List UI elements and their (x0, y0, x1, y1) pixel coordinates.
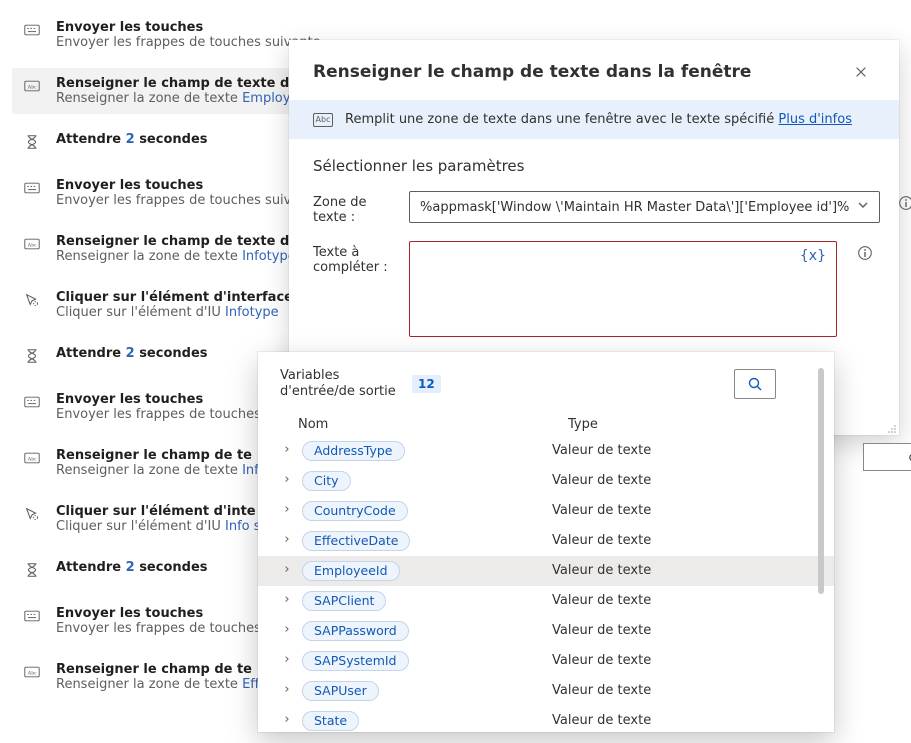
chevron-right-icon: › (280, 682, 294, 697)
cancel-button[interactable]: cel (863, 443, 911, 471)
chevron-right-icon: › (280, 562, 294, 577)
variable-row[interactable]: › EffectiveDate Valeur de texte (258, 526, 834, 556)
variable-chip: EmployeeId (302, 561, 400, 581)
chevron-right-icon: › (280, 592, 294, 607)
cursor-icon (22, 504, 42, 524)
keyboard-icon (22, 392, 42, 412)
more-info-link[interactable]: Plus d'infos (778, 112, 852, 127)
variable-type: Valeur de texte (552, 503, 812, 518)
abc-icon: Abc (313, 113, 333, 127)
param-text-label: Texte à compléter : (313, 241, 391, 275)
variable-chip: SAPPassword (302, 621, 409, 641)
cursor-icon (22, 290, 42, 310)
abc-icon: Abc (22, 76, 42, 96)
svg-text:Abc: Abc (27, 456, 37, 462)
info-icon[interactable] (898, 191, 911, 211)
flow-step-title: Envoyer les touches (56, 20, 482, 35)
variable-chip: EffectiveDate (302, 531, 410, 551)
variable-row[interactable]: › CountryCode Valeur de texte (258, 496, 834, 526)
variables-list: › AddressType Valeur de texte › City Valeur d… (258, 436, 834, 736)
chevron-down-icon (857, 199, 869, 215)
abc-icon: Abc (22, 662, 42, 682)
chevron-right-icon: › (280, 472, 294, 487)
info-text: Remplit une zone de texte dans une fenêt… (345, 112, 852, 127)
chevron-right-icon: › (280, 712, 294, 727)
variable-chip: CountryCode (302, 501, 408, 521)
search-icon (747, 376, 763, 392)
variable-row[interactable]: › SAPUser Valeur de texte (258, 676, 834, 706)
variable-type: Valeur de texte (552, 713, 812, 728)
svg-text:Abc: Abc (27, 670, 37, 676)
abc-icon: Abc (22, 448, 42, 468)
info-icon[interactable] (855, 241, 875, 261)
textbox-selector-value: %appmask['Window \'Maintain HR Master Da… (420, 200, 849, 215)
variable-row[interactable]: › EmployeeId Valeur de texte (258, 556, 834, 586)
chevron-right-icon: › (280, 622, 294, 637)
variable-row[interactable]: › SAPClient Valeur de texte (258, 586, 834, 616)
variables-heading: Variables d'entrée/de sortie (280, 368, 400, 401)
search-button[interactable] (734, 369, 776, 399)
variables-popover: Variables d'entrée/de sortie 12 Nom Type… (258, 352, 834, 732)
variable-type: Valeur de texte (552, 623, 812, 638)
col-name: Nom (298, 417, 568, 432)
variable-chip: SAPSystemId (302, 651, 409, 671)
variable-chip: AddressType (302, 441, 405, 461)
text-to-fill-input[interactable]: {x} (409, 241, 837, 337)
chevron-right-icon: › (280, 532, 294, 547)
variable-chip: City (302, 471, 351, 491)
variable-type: Valeur de texte (552, 473, 812, 488)
variable-chip: SAPUser (302, 681, 379, 701)
keyboard-icon (22, 178, 42, 198)
scrollbar[interactable] (818, 368, 824, 594)
keyboard-icon (22, 20, 42, 40)
insert-variable-button[interactable]: {x} (800, 248, 826, 264)
variable-chip: State (302, 711, 359, 731)
variable-type: Valeur de texte (552, 563, 812, 578)
variable-type: Valeur de texte (552, 593, 812, 608)
variable-row[interactable]: › SAPPassword Valeur de texte (258, 616, 834, 646)
param-textbox-row: Zone de texte : %appmask['Window \'Maint… (289, 183, 899, 233)
chevron-right-icon: › (280, 652, 294, 667)
col-type: Type (568, 417, 812, 432)
variable-row[interactable]: › SAPSystemId Valeur de texte (258, 646, 834, 676)
keyboard-icon (22, 606, 42, 626)
variable-type: Valeur de texte (552, 683, 812, 698)
svg-text:Abc: Abc (27, 242, 37, 248)
variable-type: Valeur de texte (552, 653, 812, 668)
close-button[interactable] (847, 58, 875, 86)
section-heading: Sélectionner les paramètres (289, 139, 899, 183)
abc-icon: Abc (22, 234, 42, 254)
variable-row[interactable]: › City Valeur de texte (258, 466, 834, 496)
svg-text:Abc: Abc (27, 84, 37, 90)
resize-grip-icon[interactable] (887, 423, 897, 433)
variable-row[interactable]: › AddressType Valeur de texte (258, 436, 834, 466)
panel-title: Renseigner le champ de texte dans la fen… (313, 62, 847, 82)
hourglass-icon (22, 560, 42, 580)
variables-columns: Nom Type (258, 411, 834, 436)
variable-chip: SAPClient (302, 591, 386, 611)
chevron-right-icon: › (280, 442, 294, 457)
info-bar: Abc Remplit une zone de texte dans une f… (289, 100, 899, 139)
param-text-row: Texte à compléter : {x} (289, 233, 899, 345)
close-icon (854, 65, 868, 79)
hourglass-icon (22, 346, 42, 366)
variable-type: Valeur de texte (552, 533, 812, 548)
chevron-right-icon: › (280, 502, 294, 517)
variable-type: Valeur de texte (552, 443, 812, 458)
param-textbox-label: Zone de texte : (313, 191, 391, 225)
variable-row[interactable]: › State Valeur de texte (258, 706, 834, 736)
variables-count-badge: 12 (412, 375, 441, 393)
textbox-selector[interactable]: %appmask['Window \'Maintain HR Master Da… (409, 191, 880, 223)
hourglass-icon (22, 132, 42, 152)
